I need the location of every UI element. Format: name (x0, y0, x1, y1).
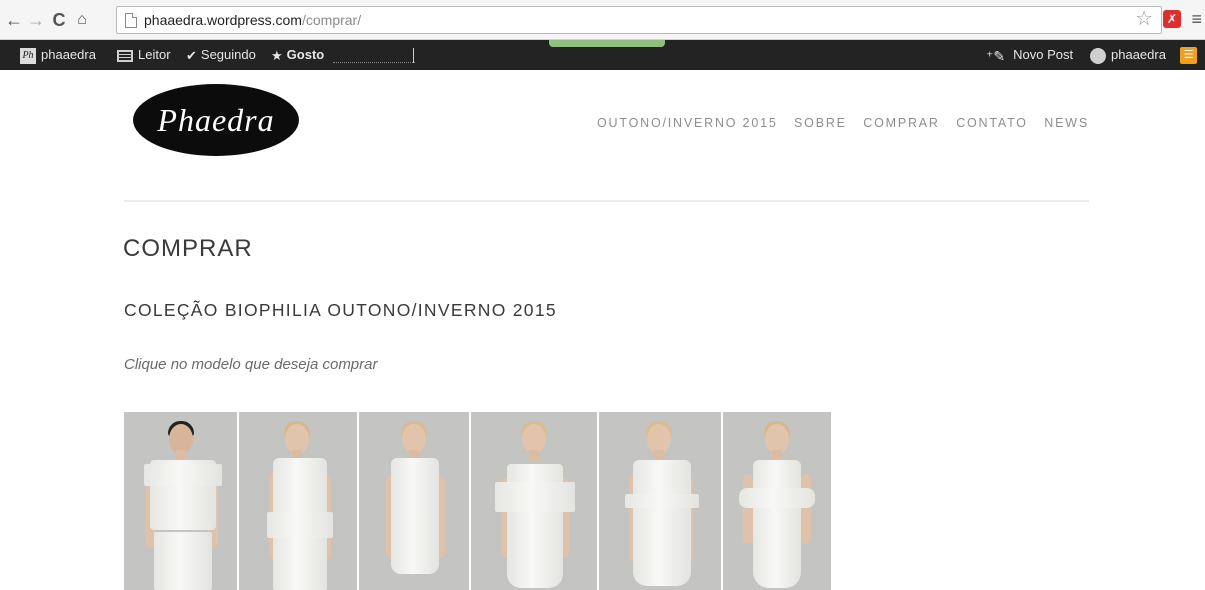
nav-item-sobre[interactable]: SOBRE (794, 114, 847, 132)
pencil-plus-icon: ⁺✎ (986, 47, 1006, 64)
url-path: /comprar/ (301, 12, 362, 28)
model-photo (124, 412, 237, 590)
menu-icon[interactable]: ≡ (1191, 8, 1202, 30)
notifications-icon: ☰ (1180, 47, 1197, 65)
gallery-item-look-3[interactable] (359, 412, 471, 590)
star-icon: ★ (271, 47, 283, 63)
extension-icon[interactable]: ✗ (1163, 10, 1181, 28)
url-text: phaaedra.wordpress.com/comprar/ (144, 12, 361, 28)
page-title: COMPRAR (123, 235, 253, 262)
main-navigation: OUTONO/INVERNO 2015 SOBRE COMPRAR CONTAT… (585, 114, 1089, 132)
model-photo (723, 412, 831, 590)
model-photo (359, 412, 469, 590)
admin-bar-search-input[interactable] (333, 62, 415, 63)
address-bar[interactable]: phaaedra.wordpress.com/comprar/ (116, 6, 1162, 34)
admin-bar-new-post-label: Novo Post (1013, 47, 1074, 62)
admin-bar-reader[interactable]: Leitor (117, 40, 171, 70)
page-icon (125, 13, 137, 28)
nav-item-outono-inverno-2015[interactable]: OUTONO/INVERNO 2015 (597, 114, 778, 132)
avatar-icon (1090, 47, 1106, 64)
site-logo-text: Phaedra (157, 102, 275, 138)
site-logo[interactable]: Phaedra (133, 84, 299, 156)
header-divider (124, 200, 1089, 202)
admin-bar-notifications[interactable]: ☰ (1180, 40, 1202, 70)
reader-icon (117, 49, 133, 62)
collection-title: COLEÇÃO BIOPHILIA OUTONO/INVERNO 2015 (124, 300, 557, 320)
reload-icon[interactable]: C (49, 9, 69, 31)
admin-bar-account[interactable]: phaaedra (1090, 40, 1166, 70)
forward-arrow-icon[interactable]: → (26, 9, 46, 31)
bookmark-star-icon[interactable]: ☆ (1135, 8, 1153, 30)
intro-text: Clique no modelo que deseja comprar (124, 356, 378, 373)
admin-bar-likes[interactable]: ★ Gosto (271, 40, 324, 70)
nav-item-comprar[interactable]: COMPRAR (863, 114, 940, 132)
model-photo (471, 412, 597, 590)
back-arrow-icon[interactable]: ← (4, 9, 24, 31)
admin-bar-site-name: phaaedra (41, 47, 96, 62)
browser-toolbar: ← → C ⌂ phaaedra.wordpress.com/comprar/ … (0, 0, 1205, 40)
gallery-item-look-4[interactable] (471, 412, 599, 590)
gallery-item-look-5[interactable] (599, 412, 723, 590)
home-icon[interactable]: ⌂ (72, 9, 92, 31)
text-cursor (413, 48, 414, 63)
admin-bar-new-post[interactable]: ⁺✎ Novo Post (986, 40, 1073, 70)
gallery-item-look-2[interactable] (239, 412, 359, 590)
admin-bar-site[interactable]: Ph phaaedra (20, 40, 96, 70)
check-icon: ✔ (186, 47, 197, 63)
gallery-item-look-6[interactable] (723, 412, 831, 590)
admin-bar-highlight-tab[interactable] (549, 40, 665, 47)
admin-bar-reader-label: Leitor (138, 47, 171, 62)
model-photo (239, 412, 357, 590)
nav-item-news[interactable]: NEWS (1044, 114, 1089, 132)
gallery-item-look-1[interactable] (124, 412, 239, 590)
admin-bar-following-label: Seguindo (200, 47, 256, 62)
nav-item-contato[interactable]: CONTATO (956, 114, 1028, 132)
site-blavatar-icon: Ph (20, 47, 36, 64)
admin-bar-following[interactable]: ✔ Seguindo (186, 40, 256, 70)
model-photo (599, 412, 721, 590)
url-host: phaaedra.wordpress.com (144, 12, 302, 28)
admin-bar-user: phaaedra (1111, 47, 1166, 62)
admin-bar-likes-label: Gosto (286, 47, 325, 62)
